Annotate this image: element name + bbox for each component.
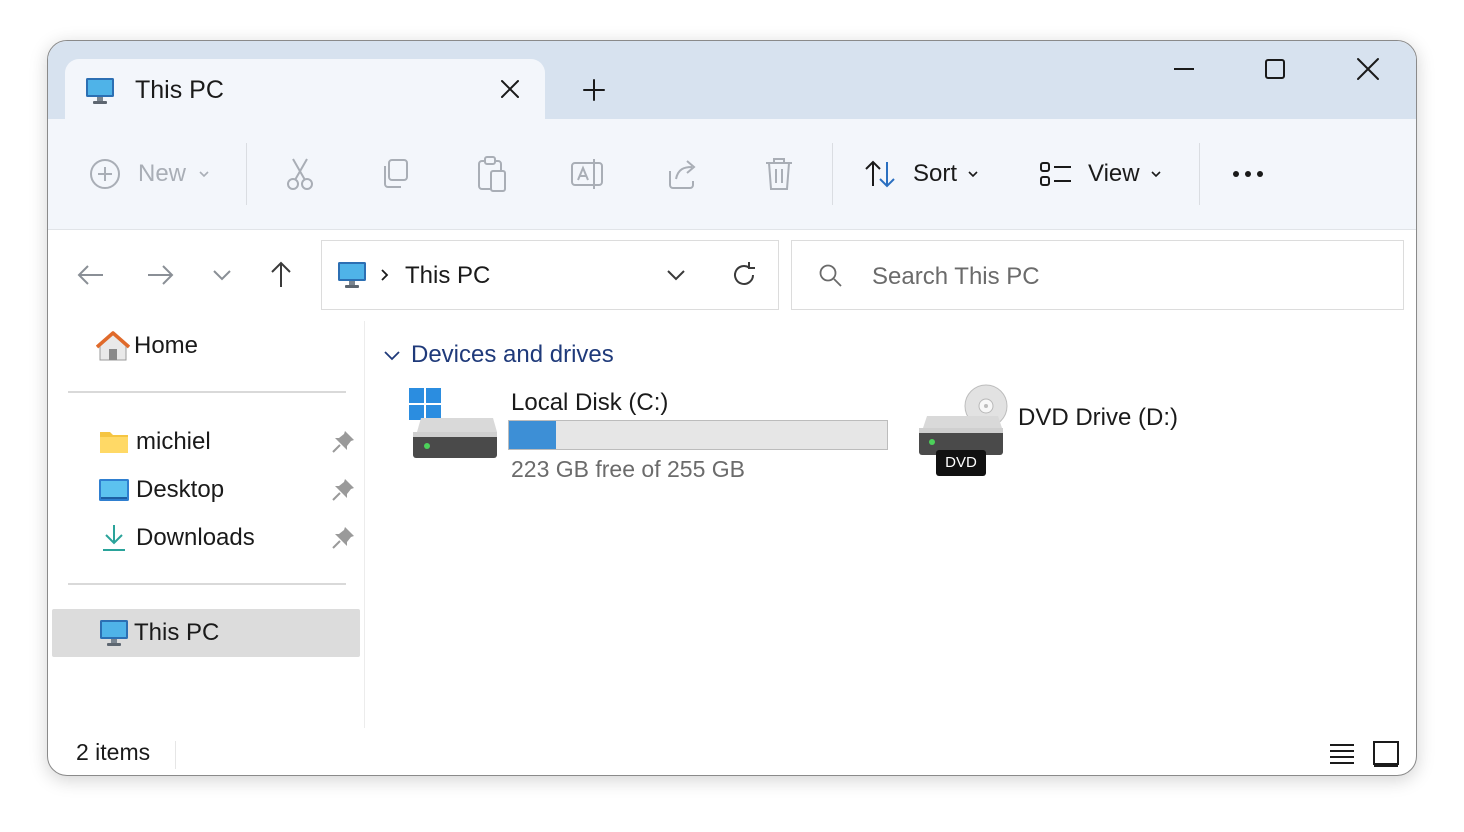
sidebar-item-michiel[interactable]: michiel (98, 418, 298, 466)
chevron-down-icon (199, 171, 209, 178)
refresh-icon[interactable] (728, 259, 760, 291)
sidebar-item-downloads[interactable]: Downloads (98, 514, 318, 562)
group-title: Devices and drives (411, 341, 614, 368)
drive-name: DVD Drive (D:) (1018, 404, 1178, 431)
sidebar-item-home[interactable]: Home (96, 322, 356, 370)
new-tab-icon[interactable] (573, 69, 615, 111)
local-disk-icon (409, 388, 497, 458)
view-list-icon (1040, 162, 1071, 186)
dvd-badge: DVD (936, 450, 986, 476)
drive-free-space: 223 GB free of 255 GB (511, 456, 745, 482)
toolbar-separator (832, 143, 833, 205)
sort-button[interactable]: Sort (863, 156, 983, 192)
monitor-icon (338, 262, 366, 288)
view-label: View (1088, 160, 1140, 187)
pin-icon[interactable] (330, 477, 356, 503)
command-bar: New Sort View (48, 119, 1416, 230)
share-icon[interactable] (666, 157, 700, 191)
sidebar-item-label: Home (134, 332, 199, 359)
group-header-devices[interactable]: Devices and drives (380, 341, 614, 369)
close-tab-icon[interactable] (490, 69, 530, 109)
pin-icon[interactable] (330, 525, 356, 551)
breadcrumb-item[interactable]: This PC (405, 262, 490, 290)
address-history-chevron-icon[interactable] (662, 261, 690, 289)
sort-label: Sort (913, 160, 958, 187)
up-arrow-icon[interactable] (261, 255, 301, 295)
status-separator (175, 741, 176, 769)
back-arrow-icon[interactable] (71, 255, 111, 295)
toolbar-separator (1199, 143, 1200, 205)
pane-divider (364, 321, 365, 728)
drive-tile-d[interactable]: DVD DVD Drive (D:) (916, 384, 1216, 484)
delete-icon[interactable] (762, 155, 796, 193)
title-bar: This PC (48, 41, 1416, 121)
more-options-icon[interactable] (1228, 159, 1268, 189)
paste-icon[interactable] (475, 155, 509, 193)
drive-name: Local Disk (C:) (511, 389, 669, 416)
file-explorer-window: This PC New Sort View This PC Search Thi… (47, 40, 1417, 776)
chevron-down-icon (1151, 171, 1161, 178)
maximize-icon[interactable] (1245, 49, 1305, 89)
drive-usage-bar (508, 420, 888, 450)
new-button[interactable]: New (88, 157, 214, 191)
cut-icon[interactable] (283, 156, 317, 192)
search-input[interactable]: Search This PC (872, 263, 1040, 291)
tab-this-pc[interactable]: This PC (65, 59, 545, 121)
close-window-icon[interactable] (1338, 49, 1398, 89)
new-label: New (138, 160, 187, 187)
home-icon (96, 331, 130, 361)
sidebar-item-label: michiel (136, 428, 211, 455)
forward-arrow-icon[interactable] (140, 255, 180, 295)
collapse-chevron-icon (384, 351, 400, 361)
folder-icon (100, 432, 128, 453)
breadcrumb-chevron-right-icon[interactable] (376, 266, 394, 284)
search-icon (819, 264, 842, 287)
download-icon (103, 525, 125, 551)
sort-arrows-icon (865, 160, 895, 188)
sidebar-item-this-pc[interactable]: This PC (52, 609, 360, 657)
copy-icon[interactable] (379, 157, 413, 191)
drive-tile-c[interactable]: Local Disk (C:) 223 GB free of 255 GB (403, 384, 893, 484)
plus-circle-icon (90, 159, 120, 189)
toolbar-separator (246, 143, 247, 205)
view-button[interactable]: View (1038, 156, 1166, 192)
sidebar-divider (68, 583, 346, 585)
sidebar-item-label: Desktop (136, 476, 225, 503)
sidebar-item-label: This PC (134, 619, 220, 646)
rename-icon[interactable] (570, 157, 606, 191)
recent-locations-chevron-icon[interactable] (202, 255, 242, 295)
large-icons-view-icon[interactable] (1370, 738, 1402, 770)
address-bar[interactable]: This PC (321, 240, 779, 310)
monitor-icon (100, 620, 128, 646)
sidebar-divider (68, 391, 346, 393)
pin-icon[interactable] (330, 429, 356, 455)
desktop-folder-icon (99, 479, 129, 501)
details-view-icon[interactable] (1326, 738, 1358, 770)
search-box[interactable]: Search This PC (791, 240, 1404, 310)
sidebar-item-desktop[interactable]: Desktop (98, 466, 298, 514)
monitor-icon (86, 78, 114, 104)
drive-usage-fill (509, 421, 557, 449)
item-count: 2 items (76, 739, 151, 765)
chevron-down-icon (968, 171, 978, 178)
tab-title: This PC (135, 76, 224, 104)
minimize-icon[interactable] (1154, 49, 1214, 89)
sidebar-item-label: Downloads (136, 524, 255, 551)
